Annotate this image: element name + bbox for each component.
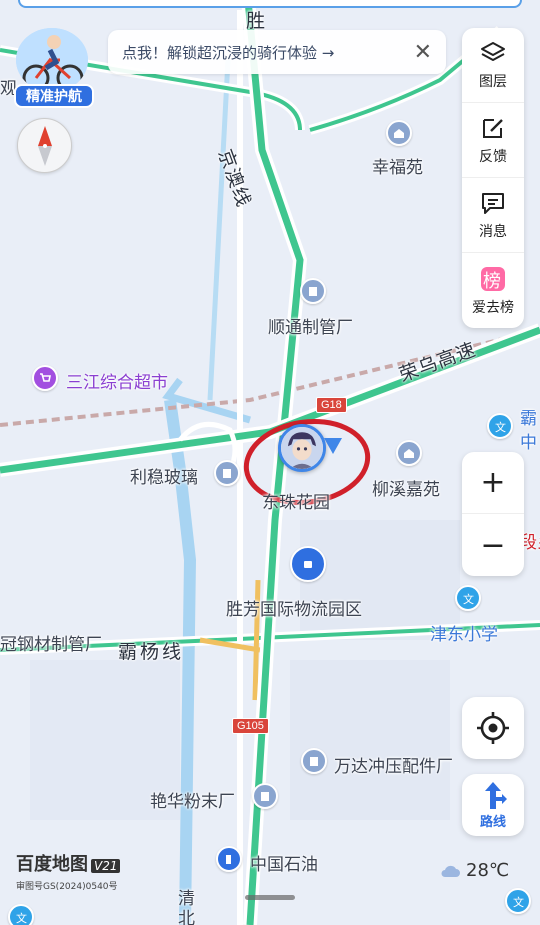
map-label-shuntong[interactable]: 顺通制管厂 xyxy=(268,313,353,338)
map-label-gangcai[interactable]: 冠钢材制管厂 xyxy=(0,630,102,655)
factory-poi-icon[interactable] xyxy=(214,460,240,486)
svg-text:文: 文 xyxy=(513,895,524,908)
highway-shield-g18: G18 xyxy=(316,397,347,413)
zoom-in-button[interactable]: + xyxy=(462,452,524,514)
map-label-liwen[interactable]: 利稳玻璃 xyxy=(130,463,198,488)
map-label-xingfuyuan[interactable]: 幸福苑 xyxy=(372,153,423,178)
feedback-label: 反馈 xyxy=(479,149,507,165)
svg-text:文: 文 xyxy=(16,911,27,924)
factory-poi-icon[interactable] xyxy=(300,278,326,304)
factory-poi-icon[interactable] xyxy=(301,748,327,774)
ranking-button[interactable]: 榜 爱去榜 xyxy=(462,253,524,328)
compass-button[interactable] xyxy=(17,118,72,173)
map-label-yanhua[interactable]: 艳华粉末厂 xyxy=(150,787,235,812)
version-badge: V21 xyxy=(91,859,121,873)
zoom-control: + − xyxy=(462,452,524,576)
approval-number: 审图号GS(2024)0540号 xyxy=(16,882,118,892)
layers-icon xyxy=(481,42,505,61)
map-label-sanjiang[interactable]: 三江综合超市 xyxy=(66,368,168,393)
current-location-avatar[interactable] xyxy=(278,424,326,472)
cyclist-image xyxy=(16,28,88,92)
svg-text:文: 文 xyxy=(495,420,506,433)
map-brand: 百度地图 V21 审图号GS(2024)0540号 xyxy=(16,850,121,892)
school-poi-icon[interactable]: 文 xyxy=(487,413,513,439)
cycling-promo-banner[interactable]: 点我！解锁超沉浸的骑行体验 → ✕ xyxy=(108,30,446,74)
supermarket-poi-icon[interactable] xyxy=(32,365,58,391)
residential-poi-icon[interactable] xyxy=(386,120,412,146)
heading-arrow-icon xyxy=(324,438,342,454)
route-button[interactable]: 路线 xyxy=(462,774,524,836)
svg-text:榜: 榜 xyxy=(483,271,501,292)
road-label-bayang: 霸杨线 xyxy=(118,641,185,663)
weather-widget[interactable]: 28℃ xyxy=(440,860,509,881)
svg-text:文: 文 xyxy=(463,592,474,605)
factory-poi-icon[interactable] xyxy=(252,783,278,809)
brand-name: 百度地图 xyxy=(16,854,88,875)
map-label: 北 xyxy=(178,909,195,925)
residential-poi-icon[interactable] xyxy=(396,440,422,466)
cloud-icon xyxy=(441,865,460,877)
home-indicator[interactable] xyxy=(245,895,295,900)
close-icon[interactable]: ✕ xyxy=(414,40,432,65)
ranking-label: 爱去榜 xyxy=(472,299,514,316)
route-label: 路线 xyxy=(479,814,506,830)
messages-button[interactable]: 消息 xyxy=(462,178,524,253)
layers-button[interactable]: 图层 xyxy=(462,28,524,103)
search-bar-edge[interactable] xyxy=(18,0,522,8)
map-label: 中 xyxy=(520,433,537,453)
map-toolbar: 图层 反馈 消息 榜 爱去榜 xyxy=(462,28,524,328)
crosshair-icon xyxy=(477,712,509,744)
cycling-avatar[interactable]: 精准护航 xyxy=(10,28,96,110)
map-label: 胜 xyxy=(246,10,267,32)
map-label-liuxi[interactable]: 柳溪嘉苑 xyxy=(372,475,440,500)
school-poi-icon[interactable]: 文 xyxy=(8,904,34,925)
school-poi-icon[interactable]: 文 xyxy=(455,585,481,611)
feedback-button[interactable]: 反馈 xyxy=(462,103,524,178)
ranking-icon: 榜 xyxy=(481,266,505,292)
compass-icon xyxy=(37,125,52,166)
precise-escort-badge[interactable]: 精准护航 xyxy=(14,84,94,108)
banner-text[interactable]: 点我！解锁超沉浸的骑行体验 → xyxy=(122,42,414,63)
map-label-wanda[interactable]: 万达冲压配件厂 xyxy=(334,752,453,777)
map-label-zhuhuayuan[interactable]: 东珠花园 xyxy=(262,488,330,513)
school-poi-icon[interactable]: 文 xyxy=(505,888,531,914)
layers-label: 图层 xyxy=(479,74,507,90)
message-icon xyxy=(482,193,504,214)
logistics-poi-icon[interactable] xyxy=(290,546,326,582)
locate-button[interactable] xyxy=(462,697,524,759)
temperature: 28℃ xyxy=(466,860,510,881)
map-label-jindong[interactable]: 津东小学 xyxy=(430,620,498,645)
route-arrow-icon xyxy=(485,781,507,809)
zoom-out-button[interactable]: − xyxy=(462,514,524,576)
highway-shield-g105: G105 xyxy=(232,718,269,734)
map-label-zhongshiyou[interactable]: 中国石油 xyxy=(250,850,318,875)
edit-icon xyxy=(483,119,503,138)
gas-station-poi-icon[interactable] xyxy=(216,846,242,872)
messages-label: 消息 xyxy=(479,224,507,240)
map-label: 霸 xyxy=(520,409,537,429)
map-label-shengfang[interactable]: 胜芳国际物流园区 xyxy=(226,595,362,620)
